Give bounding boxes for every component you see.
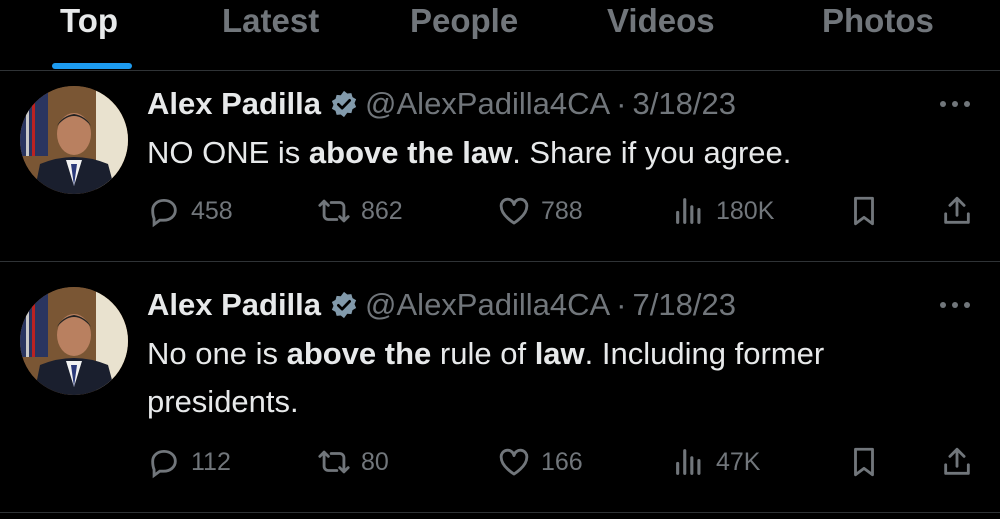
more-icon[interactable] — [938, 300, 972, 310]
tweet[interactable]: Alex Padilla @AlexPadilla4CA · 3/18/23 NO O… — [0, 71, 1000, 261]
bookmark-button[interactable] — [847, 191, 891, 231]
separator: · — [616, 86, 627, 121]
search-tabs: Top Latest People Videos Photos — [0, 0, 1000, 70]
author-handle[interactable]: @AlexPadilla4CA — [365, 86, 610, 121]
share-icon — [944, 196, 970, 224]
like-button[interactable]: 166 — [497, 442, 583, 482]
tweet-text-part: rule of — [431, 336, 535, 371]
tweet-text-part: No one is — [147, 336, 287, 371]
tab-photos[interactable]: Photos — [822, 0, 934, 44]
author-handle[interactable]: @AlexPadilla4CA — [365, 287, 610, 322]
bookmark-icon — [854, 447, 874, 477]
share-button[interactable] — [940, 442, 984, 482]
reply-button[interactable]: 458 — [147, 191, 233, 231]
views-icon — [676, 449, 701, 475]
author-name[interactable]: Alex Padilla — [147, 86, 321, 121]
tweet-text-bold: law — [534, 336, 585, 371]
tab-videos[interactable]: Videos — [607, 0, 715, 44]
active-tab-indicator — [52, 63, 132, 69]
repost-icon — [318, 199, 350, 223]
avatar[interactable] — [20, 86, 128, 194]
divider — [0, 512, 1000, 513]
like-icon — [499, 197, 529, 225]
verified-badge-icon — [331, 291, 357, 319]
tweet-date[interactable]: 7/18/23 — [633, 287, 736, 322]
verified-badge-icon — [331, 90, 357, 118]
tweet-header: Alex Padilla @AlexPadilla4CA · 3/18/23 — [147, 84, 736, 124]
tweet-text-bold: above the — [286, 336, 432, 371]
tweet-text-part: . Share if you agree. — [512, 135, 792, 170]
tab-latest[interactable]: Latest — [222, 0, 319, 44]
like-button[interactable]: 788 — [497, 191, 583, 231]
bookmark-button[interactable] — [847, 442, 891, 482]
more-icon[interactable] — [938, 99, 972, 109]
views-count: 180K — [716, 197, 775, 225]
like-count: 788 — [541, 197, 583, 225]
author-name[interactable]: Alex Padilla — [147, 287, 321, 322]
views-button[interactable]: 180K — [672, 191, 774, 231]
avatar-image — [20, 86, 128, 194]
tweet-text: No one is above the rule of law. Includi… — [147, 330, 947, 426]
reply-count: 112 — [191, 448, 231, 476]
repost-count: 862 — [361, 197, 403, 225]
reply-count: 458 — [191, 197, 233, 225]
tweet-text: NO ONE is above the law. Share if you ag… — [147, 129, 967, 177]
repost-count: 80 — [361, 448, 389, 476]
share-icon — [944, 447, 970, 475]
views-button[interactable]: 47K — [672, 442, 760, 482]
avatar[interactable] — [20, 287, 128, 395]
views-icon — [676, 198, 701, 224]
tweet-text-part: NO ONE is — [147, 135, 309, 170]
tweet-text-bold: above the law — [308, 135, 513, 170]
reply-icon — [151, 198, 177, 228]
like-icon — [499, 448, 529, 476]
tab-top[interactable]: Top — [60, 0, 118, 44]
tab-people[interactable]: People — [410, 0, 518, 44]
repost-button[interactable]: 80 — [317, 442, 389, 482]
reply-icon — [151, 449, 177, 479]
tweet-actions: 458 862 788 180K — [147, 191, 987, 231]
repost-icon — [318, 450, 350, 474]
bookmark-icon — [854, 196, 874, 226]
repost-button[interactable]: 862 — [317, 191, 403, 231]
tweet[interactable]: Alex Padilla @AlexPadilla4CA · 7/18/23 No o… — [0, 262, 1000, 512]
like-count: 166 — [541, 448, 583, 476]
separator: · — [616, 287, 627, 322]
tweet-date[interactable]: 3/18/23 — [633, 86, 736, 121]
tweet-header: Alex Padilla @AlexPadilla4CA · 7/18/23 — [147, 285, 736, 325]
share-button[interactable] — [940, 191, 984, 231]
avatar-image — [20, 287, 128, 395]
views-count: 47K — [716, 448, 761, 476]
tweet-actions: 112 80 166 47K — [147, 442, 987, 482]
reply-button[interactable]: 112 — [147, 442, 231, 482]
